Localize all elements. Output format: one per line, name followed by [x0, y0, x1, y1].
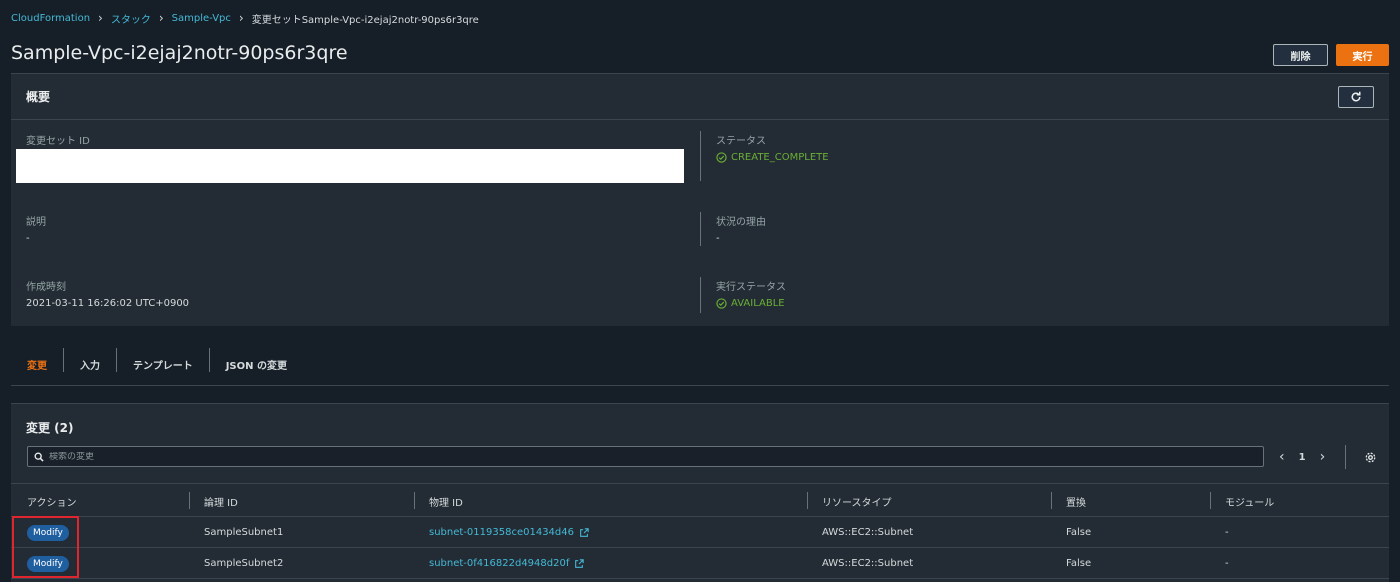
- column-header-logical-id[interactable]: 論理 ID: [204, 494, 238, 509]
- delete-button[interactable]: 削除: [1273, 44, 1328, 66]
- column-header-resource-type[interactable]: リソースタイプ: [822, 494, 892, 509]
- breadcrumb-stacks[interactable]: スタック: [111, 11, 151, 26]
- chevron-right-icon[interactable]: ›: [1320, 449, 1326, 465]
- exec-status-value: AVAILABLE: [716, 298, 785, 309]
- description-label: 説明: [26, 217, 46, 228]
- resource-type-cell: AWS::EC2::Subnet: [822, 558, 914, 569]
- gear-icon: [1365, 452, 1375, 462]
- chevron-right-icon: ›: [238, 11, 244, 25]
- column-separator[interactable]: [1210, 492, 1211, 509]
- tab-template[interactable]: テンプレート: [117, 348, 209, 372]
- column-header-action[interactable]: アクション: [27, 494, 77, 509]
- column-divider: [700, 212, 701, 246]
- refresh-button[interactable]: [1338, 86, 1374, 108]
- physical-id-text: subnet-0f416822d4948d20f: [429, 558, 570, 569]
- physical-id-link[interactable]: subnet-0119358ce01434d46: [429, 527, 589, 538]
- settings-button[interactable]: [1362, 449, 1378, 465]
- status-text: CREATE_COMPLETE: [731, 152, 829, 163]
- change-set-id-label: 変更セット ID: [26, 136, 90, 147]
- breadcrumb-stack[interactable]: Sample-Vpc: [172, 13, 231, 24]
- breadcrumb: CloudFormation › スタック › Sample-Vpc › 変更セ…: [11, 10, 479, 26]
- refresh-icon: [1351, 91, 1361, 102]
- change-set-id-value-redacted: [16, 149, 684, 183]
- created-value: 2021-03-11 16:26:02 UTC+0900: [26, 298, 190, 309]
- created-label: 作成時刻: [26, 282, 66, 293]
- pagination: ‹ 1 ›: [1279, 447, 1325, 467]
- action-badge: Modify: [27, 556, 69, 572]
- execute-button[interactable]: 実行: [1336, 44, 1389, 66]
- chevron-left-icon[interactable]: ‹: [1279, 449, 1285, 465]
- column-separator[interactable]: [189, 492, 190, 509]
- external-link-icon: [575, 558, 585, 568]
- module-cell: -: [1225, 527, 1229, 538]
- column-divider: [700, 131, 701, 181]
- status-reason-label: 状況の理由: [716, 217, 766, 228]
- exec-status-label: 実行ステータス: [716, 282, 786, 293]
- logical-id-cell: SampleSubnet2: [204, 558, 284, 569]
- column-separator[interactable]: [414, 492, 415, 509]
- changes-title: 変更 (2): [26, 421, 74, 435]
- column-separator[interactable]: [1051, 492, 1052, 509]
- status-label: ステータス: [716, 136, 766, 147]
- changes-panel: 変更 (2) ‹ 1 › アクション 論理 ID 物理 ID リソースタイプ 置…: [11, 403, 1389, 582]
- tab-inputs[interactable]: 入力: [64, 348, 116, 372]
- summary-title: 概要: [26, 90, 51, 104]
- status-reason-value: -: [716, 233, 720, 244]
- table-row: Modify SampleSubnet1 subnet-0119358ce014…: [11, 518, 1389, 548]
- check-circle-icon: [716, 298, 727, 309]
- summary-header: 概要: [11, 74, 1389, 120]
- description-value: -: [26, 233, 30, 244]
- external-link-icon: [580, 527, 589, 537]
- table-row: Modify SampleSubnet2 subnet-0f416822d494…: [11, 549, 1389, 579]
- breadcrumb-current: 変更セットSample-Vpc-i2ejaj2notr-90ps6r3qre: [251, 14, 479, 26]
- tab-json-changes[interactable]: JSON の変更: [210, 348, 303, 372]
- physical-id-text: subnet-0119358ce01434d46: [429, 527, 574, 538]
- page-title: Sample-Vpc-i2ejaj2notr-90ps6r3qre: [11, 42, 348, 64]
- column-header-physical-id[interactable]: 物理 ID: [429, 494, 463, 509]
- tab-bar: 変更 入力 テンプレート JSON の変更: [11, 348, 1389, 386]
- resource-type-cell: AWS::EC2::Subnet: [822, 527, 914, 538]
- status-value: CREATE_COMPLETE: [716, 152, 829, 163]
- exec-status-text: AVAILABLE: [731, 298, 785, 309]
- search-input[interactable]: [49, 451, 1249, 462]
- table-header: アクション 論理 ID 物理 ID リソースタイプ 置換 モジュール: [11, 483, 1389, 517]
- physical-id-link[interactable]: subnet-0f416822d4948d20f: [429, 558, 585, 569]
- check-circle-icon: [716, 152, 727, 163]
- column-divider: [700, 277, 701, 313]
- tab-changes[interactable]: 変更: [11, 348, 63, 372]
- chevron-right-icon: ›: [98, 11, 103, 25]
- logical-id-cell: SampleSubnet1: [204, 527, 284, 538]
- page-number[interactable]: 1: [1299, 452, 1306, 463]
- search-icon: [34, 452, 44, 462]
- breadcrumb-cloudformation[interactable]: CloudFormation: [11, 13, 90, 24]
- column-separator[interactable]: [807, 492, 808, 509]
- column-header-module[interactable]: モジュール: [1225, 494, 1274, 509]
- replacement-cell: False: [1066, 527, 1092, 538]
- replacement-cell: False: [1066, 558, 1092, 569]
- search-box[interactable]: [27, 446, 1264, 467]
- action-badge: Modify: [27, 525, 69, 541]
- column-header-replacement[interactable]: 置換: [1066, 494, 1086, 509]
- chevron-right-icon: ›: [158, 11, 164, 25]
- module-cell: -: [1225, 558, 1229, 569]
- summary-panel: 概要 変更セット ID ステータス CREATE_COMPLETE 説明 - 状…: [11, 73, 1389, 326]
- pager-separator: [1345, 445, 1346, 469]
